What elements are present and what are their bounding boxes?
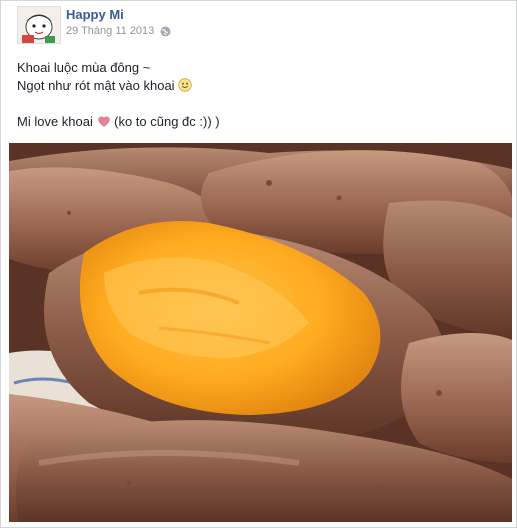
post-line-3-after: (ko to cũng đc :)) ) [114,114,220,129]
sweet-potatoes-photo[interactable] [9,143,512,522]
photo-illustration [9,143,512,522]
post-date[interactable]: 29 Tháng 11 2013 [66,25,154,37]
post-line-3-before: Mi love khoai [17,114,93,129]
author-name[interactable]: Happy Mi [66,7,124,22]
post-line-2: Ngọt như rót mật vào khoai [17,77,220,95]
post-line-3: Mi love khoai (ko to cũng đc :)) ) [17,113,220,131]
post-meta: 29 Tháng 11 2013 [66,25,171,37]
heart-emoji-icon [97,114,111,128]
avatar[interactable] [17,6,61,44]
post-card: Happy Mi 29 Tháng 11 2013 Khoai luộc mùa… [0,0,517,528]
avatar-illustration [18,7,60,43]
post-line-1: Khoai luộc mùa đông ~ [17,60,151,75]
smile-emoji-icon [178,78,192,92]
post-line-2-text: Ngọt như rót mật vào khoai [17,78,175,93]
post-text: Khoai luộc mùa đông ~ Ngọt như rót mật v… [17,59,220,131]
globe-icon[interactable] [160,26,171,37]
